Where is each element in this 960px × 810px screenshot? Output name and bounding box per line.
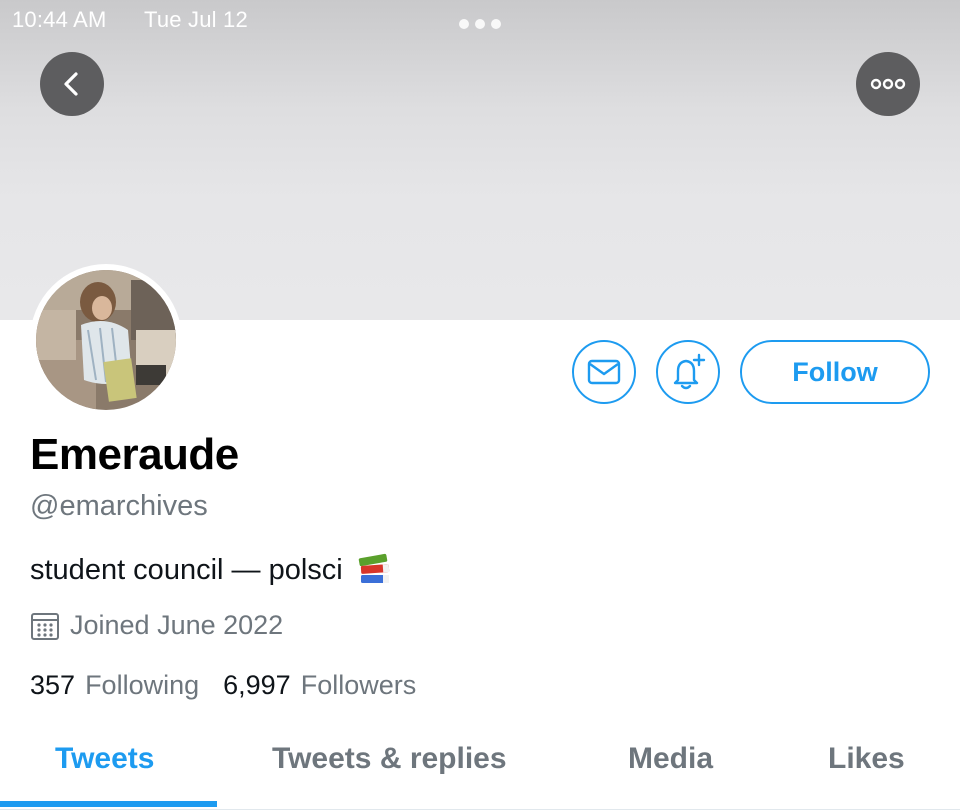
status-date: Tue Jul 12 — [144, 7, 248, 32]
display-name: Emeraude — [30, 430, 239, 479]
calendar-icon — [31, 612, 59, 640]
more-horizontal-icon — [870, 78, 906, 90]
more-options-button[interactable] — [856, 52, 920, 116]
followers-label: Followers — [300, 670, 417, 700]
tab-media[interactable]: Media — [628, 742, 713, 776]
bio: student council — polsci — [30, 552, 393, 588]
notifications-button[interactable] — [656, 340, 720, 404]
message-button[interactable] — [572, 340, 636, 404]
avatar[interactable] — [30, 264, 182, 416]
multitasking-dots[interactable] — [459, 19, 501, 29]
bio-text: student council — polsci — [30, 553, 343, 586]
joined-text: Joined June 2022 — [70, 610, 284, 640]
followers-link[interactable]: 6,997 Followers — [223, 670, 416, 701]
joined-date: Joined June 2022 — [30, 610, 283, 641]
user-handle: @emarchives — [30, 490, 208, 522]
profile-banner[interactable] — [0, 0, 960, 320]
profile-tabs: Tweets Tweets & replies Media Likes — [0, 730, 960, 810]
chevron-left-icon — [64, 72, 78, 96]
tab-likes[interactable]: Likes — [828, 742, 905, 776]
avatar-photo — [36, 270, 176, 410]
tab-tweets-and-replies[interactable]: Tweets & replies — [272, 742, 507, 776]
books-emoji-icon — [358, 553, 389, 583]
mail-icon — [587, 359, 621, 385]
following-label: Following — [85, 670, 200, 700]
status-time: 10:44 AM — [12, 7, 107, 32]
bell-plus-icon — [673, 353, 706, 390]
back-button[interactable] — [40, 52, 104, 116]
follow-button[interactable]: Follow — [740, 340, 930, 404]
active-tab-indicator — [0, 801, 217, 807]
tab-tweets[interactable]: Tweets — [55, 742, 154, 776]
follow-stats: 357 Following 6,997 Followers — [30, 670, 416, 701]
following-link[interactable]: 357 Following — [30, 670, 199, 701]
following-count: 357 — [30, 670, 76, 700]
followers-count: 6,997 — [223, 670, 291, 700]
